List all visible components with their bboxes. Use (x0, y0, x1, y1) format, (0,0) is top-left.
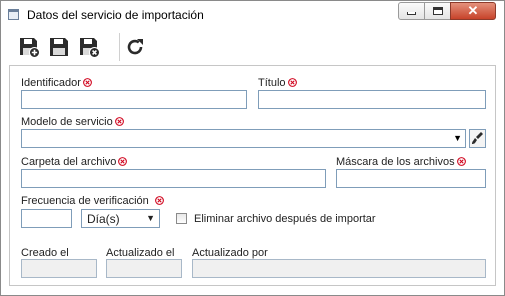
modelo-label: Modelo de servicio (21, 116, 124, 128)
actualizado-label: Actualizado el (106, 247, 175, 259)
actualizado-por-field (192, 259, 486, 278)
identificador-input[interactable] (21, 90, 247, 109)
close-icon: ✕ (467, 3, 479, 18)
frecuencia-unit-value: Día(s) (87, 212, 120, 226)
titulo-input[interactable] (258, 90, 486, 109)
save-button[interactable] (47, 35, 71, 59)
mascara-label-text: Máscara de los archivos (336, 156, 455, 168)
mascara-label: Máscara de los archivos (336, 156, 466, 168)
required-icon (83, 78, 92, 87)
creado-field (21, 259, 97, 278)
floppy-icon (50, 38, 68, 56)
dropdown-arrow-icon: ▼ (146, 213, 155, 223)
required-icon (118, 157, 128, 166)
refresh-icon (127, 39, 143, 55)
title-bar[interactable]: Datos del servicio de importación ✕ (1, 1, 504, 29)
refresh-button[interactable] (123, 35, 147, 59)
modelo-select[interactable]: ▼ (21, 129, 466, 148)
save-close-button[interactable] (77, 35, 101, 59)
frecuencia-label: Frecuencia de verificación (21, 195, 164, 207)
eliminar-checkbox[interactable] (176, 213, 187, 224)
brush-icon (472, 132, 483, 144)
frecuencia-label-text: Frecuencia de verificación (21, 195, 149, 207)
maximize-button[interactable] (424, 2, 451, 20)
actualizado-por-label: Actualizado por (192, 247, 268, 259)
actualizado-field (106, 259, 182, 278)
modelo-label-text: Modelo de servicio (21, 116, 113, 128)
carpeta-label-text: Carpeta del archivo (21, 156, 117, 168)
carpeta-input[interactable] (21, 169, 326, 188)
close-window-button[interactable]: ✕ (450, 2, 496, 20)
floppy-plus-icon (20, 38, 40, 58)
titulo-label: Título (258, 77, 297, 89)
identificador-label: Identificador (21, 77, 92, 89)
frecuencia-unit-select[interactable]: Día(s) ▼ (81, 209, 160, 228)
required-icon (287, 78, 297, 87)
identificador-label-text: Identificador (21, 77, 81, 89)
minimize-button[interactable] (398, 2, 425, 20)
dialog-window: Datos del servicio de importación ✕ Iden… (0, 0, 505, 296)
required-icon (114, 117, 124, 126)
eliminar-label: Eliminar archivo después de importar (194, 213, 376, 225)
required-icon (154, 196, 164, 205)
modelo-picker-button[interactable] (469, 129, 486, 148)
required-icon (456, 157, 466, 166)
toolbar-separator (119, 33, 120, 61)
minimize-icon (407, 12, 416, 15)
frecuencia-input[interactable] (21, 209, 72, 228)
titulo-label-text: Título (258, 77, 286, 89)
carpeta-label: Carpeta del archivo (21, 156, 128, 168)
form-panel: Identificador Título Modelo de servicio … (9, 65, 496, 286)
creado-label: Creado el (21, 247, 69, 259)
window-title: Datos del servicio de importación (27, 8, 204, 22)
window-app-icon (8, 9, 19, 20)
toolbar (9, 29, 496, 65)
maximize-icon (433, 7, 443, 15)
mascara-input[interactable] (336, 169, 486, 188)
dropdown-arrow-icon: ▼ (453, 133, 462, 143)
floppy-close-icon (80, 38, 100, 58)
save-new-button[interactable] (17, 35, 41, 59)
